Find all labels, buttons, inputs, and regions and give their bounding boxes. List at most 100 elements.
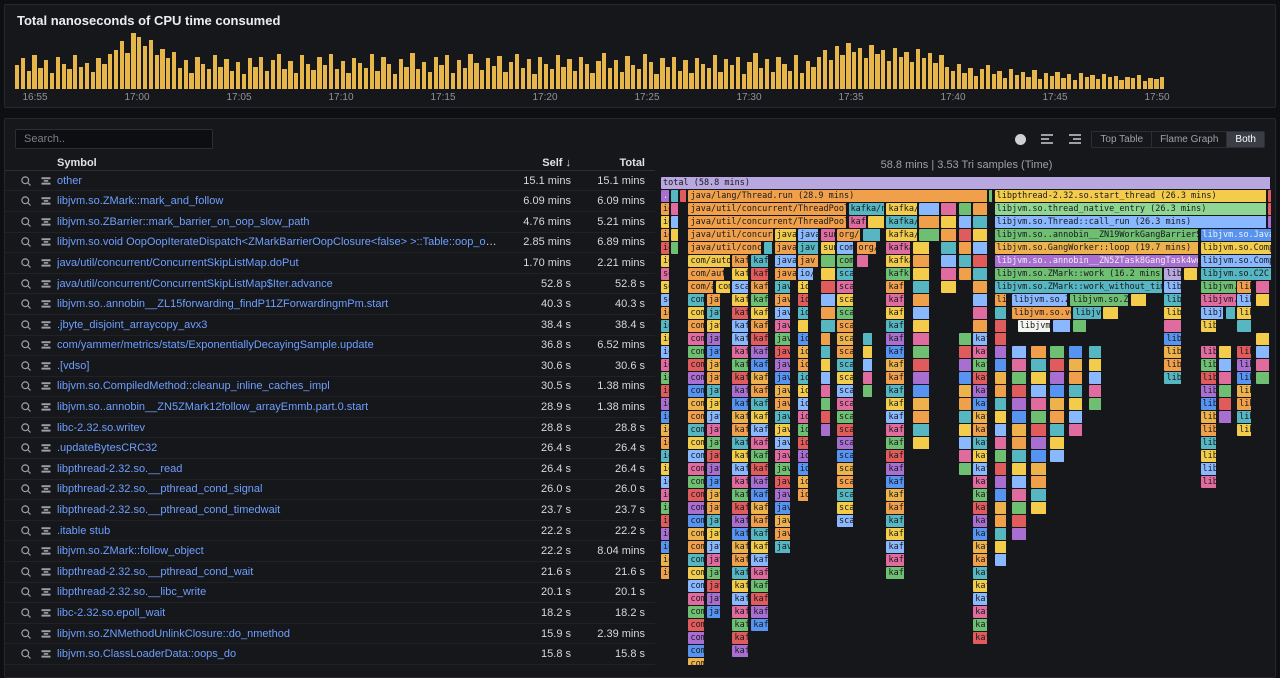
flame-node[interactable]: jav: [775, 463, 791, 475]
flame-node[interactable]: com: [688, 489, 704, 501]
flame-node[interactable]: libjvm.so.void O: [1012, 307, 1072, 319]
flame-node[interactable]: java: [775, 242, 797, 254]
flame-node[interactable]: [1012, 515, 1027, 527]
flame-node[interactable]: [941, 268, 957, 280]
view-option-both[interactable]: Both: [1226, 132, 1264, 147]
flame-node[interactable]: kaf: [751, 424, 769, 436]
flame-node[interactable]: kafk: [732, 333, 748, 345]
flame-node[interactable]: lib: [1201, 320, 1217, 332]
symbol-link[interactable]: .itable stub: [57, 525, 110, 537]
flame-node[interactable]: kafk: [886, 476, 905, 488]
flame-node[interactable]: jav: [707, 411, 721, 423]
flame-node[interactable]: libjvm.so.Compi: [1201, 255, 1272, 267]
flame-node[interactable]: com: [837, 255, 854, 267]
flame-node[interactable]: [821, 281, 836, 293]
flame-node[interactable]: [973, 203, 988, 215]
sandwich-view-button[interactable]: [39, 462, 52, 475]
flame-node[interactable]: [1031, 385, 1046, 397]
flame-node[interactable]: [1012, 346, 1027, 358]
flame-node[interactable]: kafka/se: [886, 216, 918, 228]
flame-node[interactable]: com: [837, 242, 854, 254]
flame-node[interactable]: libjvm.so.Comp: [1201, 294, 1238, 306]
flame-node[interactable]: kafk: [886, 359, 905, 371]
flame-node[interactable]: [1069, 372, 1083, 384]
flame-node[interactable]: kafka/netw: [849, 203, 886, 215]
flame-node[interactable]: [821, 294, 836, 306]
flame-node[interactable]: libj: [1201, 411, 1217, 423]
search-input[interactable]: [15, 129, 213, 149]
flame-node[interactable]: [671, 190, 678, 202]
flame-node[interactable]: kafka: [886, 255, 910, 267]
flame-node[interactable]: [680, 190, 687, 202]
flame-node[interactable]: io/: [661, 255, 670, 267]
search-symbol-button[interactable]: [19, 648, 32, 661]
search-symbol-button[interactable]: [19, 565, 32, 578]
flame-node[interactable]: lib: [1164, 346, 1182, 358]
flame-node[interactable]: jav: [707, 593, 721, 605]
flame-node[interactable]: [989, 190, 993, 202]
flame-node[interactable]: lib: [1237, 424, 1252, 436]
flame-node[interactable]: [1050, 385, 1065, 397]
symbol-link[interactable]: java/util/concurrent/ConcurrentSkipListM…: [57, 257, 299, 269]
flame-node[interactable]: [959, 411, 972, 423]
flame-node[interactable]: [1069, 411, 1083, 423]
flame-node[interactable]: lib: [1164, 307, 1182, 319]
flame-node[interactable]: jav: [775, 372, 791, 384]
flame-node[interactable]: [1012, 424, 1027, 436]
search-symbol-button[interactable]: [19, 504, 32, 517]
flame-node[interactable]: [1237, 320, 1252, 332]
flame-node[interactable]: [764, 242, 774, 254]
color-mode-button[interactable]: [1010, 131, 1030, 147]
flame-node[interactable]: kafk: [886, 528, 905, 540]
flame-node[interactable]: libjvm.so.ZMark::: [1070, 294, 1129, 306]
flame-node[interactable]: kaf: [751, 593, 769, 605]
sandwich-view-button[interactable]: [39, 504, 52, 517]
flame-node[interactable]: libj: [1201, 372, 1217, 384]
view-option-top-table[interactable]: Top Table: [1092, 132, 1151, 147]
symbol-link[interactable]: libjvm.so.ZMark::mark_and_follow: [57, 195, 223, 207]
flame-node[interactable]: io: [798, 411, 810, 423]
flame-node[interactable]: kafka/ser: [886, 203, 918, 215]
flame-node[interactable]: jav: [775, 359, 791, 371]
flame-node[interactable]: libjvm.so.ZMark::work_without_timeout (1…: [995, 281, 1164, 293]
flame-node[interactable]: io/: [661, 528, 670, 540]
flame-node[interactable]: kafk: [886, 372, 905, 384]
flame-node[interactable]: [1089, 398, 1102, 410]
flame-node[interactable]: [863, 385, 873, 397]
flame-node[interactable]: com: [688, 372, 704, 384]
flame-node[interactable]: kafk: [886, 294, 905, 306]
flame-node[interactable]: io: [798, 385, 810, 397]
flame-node[interactable]: [1069, 398, 1083, 410]
search-symbol-button[interactable]: [19, 524, 32, 537]
flame-node[interactable]: sca: [837, 385, 854, 397]
flame-node[interactable]: [995, 450, 1008, 462]
flame-node[interactable]: [1031, 437, 1046, 449]
flame-node[interactable]: libjvm.so..annobin__ZN19WorkGangBarrierS…: [995, 229, 1199, 241]
flame-node[interactable]: kaf: [751, 450, 769, 462]
flame-node[interactable]: sof: [661, 281, 670, 293]
flame-node[interactable]: kafk: [886, 398, 905, 410]
flame-node[interactable]: io/: [661, 411, 670, 423]
flame-node[interactable]: [1012, 489, 1027, 501]
flame-node[interactable]: jav: [775, 385, 791, 397]
flame-node[interactable]: [1268, 190, 1272, 202]
flame-node[interactable]: sca: [837, 424, 854, 436]
flame-node[interactable]: scal: [837, 294, 854, 306]
flame-node[interactable]: [1073, 320, 1087, 332]
flame-node[interactable]: kafk: [886, 307, 905, 319]
flame-node[interactable]: kafk: [886, 489, 905, 501]
flame-node[interactable]: [913, 346, 930, 358]
flame-node[interactable]: com: [688, 515, 704, 527]
sandwich-view-button[interactable]: [39, 215, 52, 228]
flame-node[interactable]: kafk: [886, 554, 905, 566]
flame-node[interactable]: kafk: [886, 346, 905, 358]
flame-node[interactable]: [671, 216, 678, 228]
flame-node[interactable]: jav: [707, 476, 721, 488]
flame-node[interactable]: jav: [707, 333, 721, 345]
flame-node[interactable]: [1053, 320, 1071, 332]
flame-node[interactable]: [1050, 359, 1065, 371]
symbol-link[interactable]: libjvm.so.ZMark::follow_object: [57, 545, 204, 557]
flame-node[interactable]: [821, 255, 836, 267]
flame-node[interactable]: kafk: [732, 554, 748, 566]
flame-node[interactable]: [1012, 398, 1027, 410]
